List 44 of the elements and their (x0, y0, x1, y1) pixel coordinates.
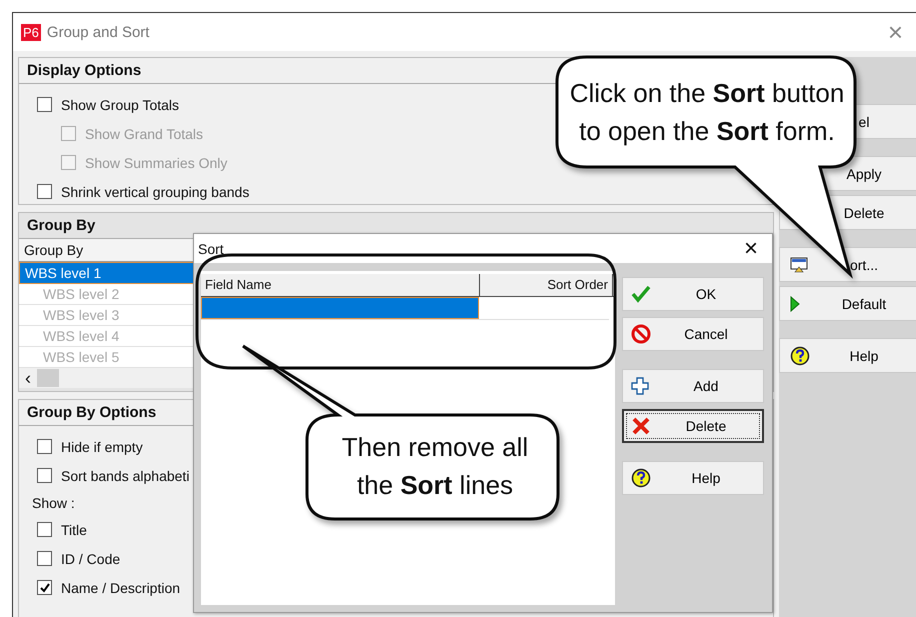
close-button[interactable]: × (888, 19, 903, 45)
checkbox-label: Sort bands alphabeti (61, 468, 190, 484)
column-header: Sort Order (480, 274, 613, 296)
checkbox-label: Name / Description (61, 580, 180, 596)
checkbox[interactable] (37, 97, 52, 112)
checkbox-label: Show Group Totals (61, 96, 180, 112)
show-label: Show : (32, 494, 76, 512)
scroll-left-button[interactable]: ‹ (25, 369, 31, 387)
checkmark-icon (631, 285, 651, 303)
checkbox-label: Hide if empty (61, 438, 143, 454)
checkbox[interactable] (37, 551, 52, 566)
checkbox[interactable] (37, 184, 52, 199)
dialog-title: Sort (198, 240, 225, 256)
checkbox[interactable] (37, 580, 52, 595)
column-header: Field Name (201, 274, 480, 296)
dialog-button[interactable]: Add (622, 369, 764, 403)
help-icon (790, 346, 810, 366)
side-button[interactable]: Default (779, 286, 916, 321)
checkbox[interactable] (37, 439, 52, 454)
dialog-button[interactable]: Help (622, 461, 764, 495)
close-button[interactable]: × (744, 236, 758, 260)
checkbox-label: Title (61, 522, 87, 538)
plus-icon (631, 377, 649, 395)
x-icon (632, 417, 650, 435)
scrollbar-thumb[interactable] (37, 369, 59, 387)
help-icon (631, 468, 651, 488)
play-icon (790, 296, 800, 312)
window-title: Group and Sort (46, 24, 150, 40)
checkbox[interactable] (37, 522, 52, 537)
checkbox-label: Show Summaries Only (85, 154, 228, 170)
checkbox-label: Shrink vertical grouping bands (61, 184, 250, 200)
dialog-button[interactable]: Cancel (622, 317, 764, 351)
dialog-button[interactable]: OK (622, 277, 764, 311)
side-button[interactable]: ort... (779, 247, 916, 282)
app-logo: P6 (21, 24, 41, 40)
callout-text: Then remove all the Sort lines (340, 431, 530, 502)
dialog-button[interactable]: Delete (622, 409, 764, 443)
side-button[interactable]: Help (779, 338, 916, 373)
checkbox-label: Show Grand Totals (85, 126, 204, 142)
cancel-icon (631, 324, 651, 344)
checkbox[interactable] (37, 468, 52, 483)
checkbox-label: ID / Code (61, 550, 120, 566)
table-cell[interactable] (201, 297, 479, 319)
monitor-icon (790, 256, 808, 272)
